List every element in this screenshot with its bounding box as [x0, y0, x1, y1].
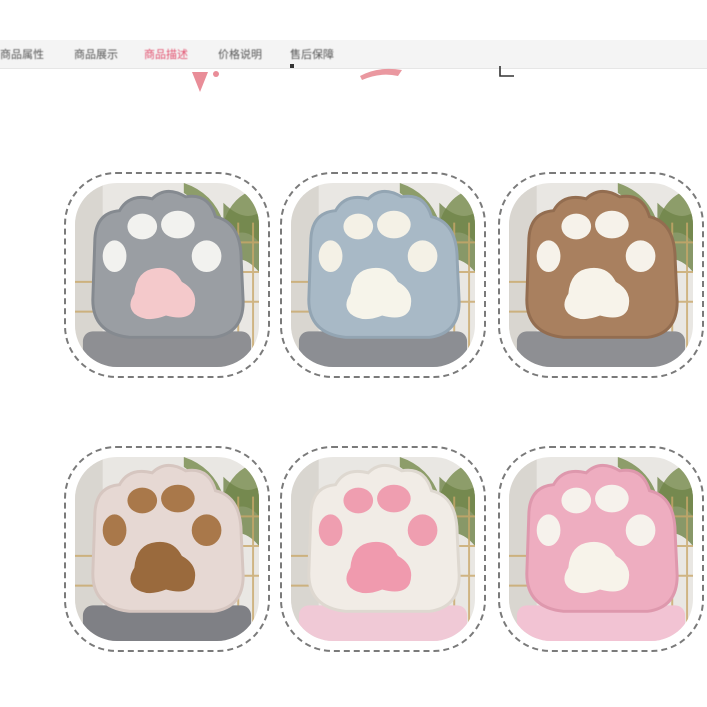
grey-paw-pillow-image: [75, 183, 259, 367]
brown-paw-pillow-image: [509, 183, 693, 367]
product-card-white[interactable]: [280, 446, 486, 652]
tab-description[interactable]: 商品描述: [144, 46, 188, 62]
product-card-pink[interactable]: [498, 446, 704, 652]
pink-paw-decoration: [192, 71, 219, 92]
product-card-light-blue[interactable]: [280, 172, 486, 378]
description-tab-bar: 商品属性 商品展示 商品描述 价格说明 售后保障: [0, 40, 707, 69]
pink-paw-pillow-image: [509, 457, 693, 641]
dark-glyph-decoration: [499, 66, 514, 77]
beige-paw-pillow-image: [75, 457, 259, 641]
product-card-grey[interactable]: [64, 172, 270, 378]
white-paw-pillow-image: [291, 457, 475, 641]
tab-attributes[interactable]: 商品属性: [0, 46, 44, 62]
pink-stroke-decoration: [360, 68, 402, 80]
tab-display[interactable]: 商品展示: [74, 46, 118, 62]
product-card-beige[interactable]: [64, 446, 270, 652]
product-card-brown[interactable]: [498, 172, 704, 378]
light-blue-paw-pillow-image: [291, 183, 475, 367]
tab-after-sales[interactable]: 售后保障: [290, 46, 334, 62]
dark-dot-decoration: [290, 64, 294, 68]
tab-price-info[interactable]: 价格说明: [218, 46, 262, 62]
